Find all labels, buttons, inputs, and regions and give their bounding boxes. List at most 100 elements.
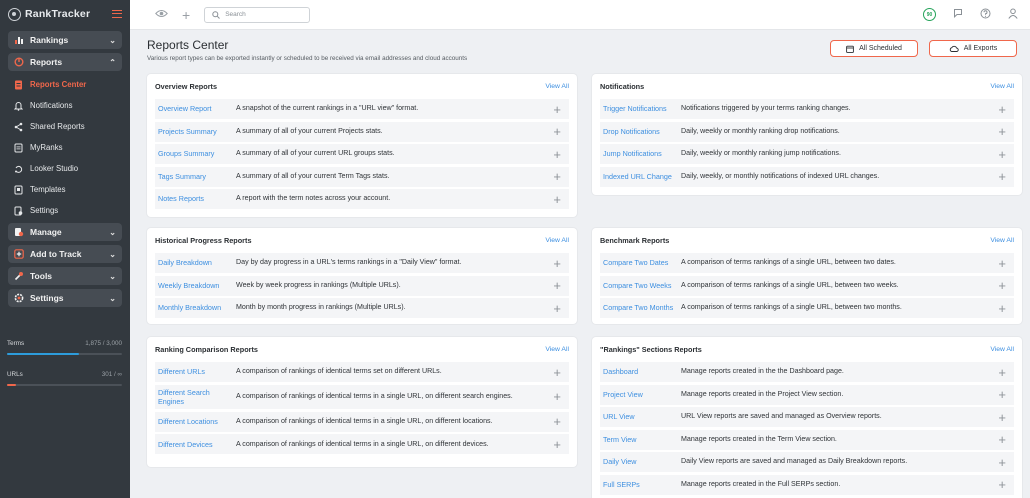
hamburger-menu-icon[interactable] xyxy=(112,10,122,18)
sidebar-item-myranks[interactable]: MyRanks xyxy=(8,137,122,158)
report-row[interactable]: Different URLs A comparison of rankings o… xyxy=(155,362,569,382)
report-row[interactable]: Project View Manage reports created in th… xyxy=(600,384,1014,405)
view-all-link[interactable]: View All xyxy=(545,237,569,244)
report-row[interactable]: Projects Summary A summary of all of your… xyxy=(155,121,569,142)
feedback-icon[interactable] xyxy=(953,8,963,21)
search-input[interactable]: Search xyxy=(204,6,311,23)
report-row[interactable]: Daily View Daily View reports are saved a… xyxy=(600,452,1014,472)
report-link[interactable]: Daily View xyxy=(603,457,681,466)
report-link[interactable]: Indexed URL Change xyxy=(603,172,681,181)
sidebar-item-notifications[interactable]: Notifications xyxy=(8,95,122,116)
view-all-link[interactable]: View All xyxy=(990,237,1014,244)
report-row[interactable]: Different Search Engines A comparison of … xyxy=(155,384,569,410)
add-report-icon[interactable]: + xyxy=(992,366,1006,379)
view-all-link[interactable]: View All xyxy=(990,83,1014,90)
report-link[interactable]: Compare Two Dates xyxy=(603,258,681,267)
report-link[interactable]: Overview Report xyxy=(158,104,236,113)
eye-icon[interactable] xyxy=(155,9,168,21)
report-link[interactable]: Different Search Engines xyxy=(158,388,236,407)
all-exports-button[interactable]: All Exports xyxy=(929,40,1017,57)
report-link[interactable]: Weekly Breakdown xyxy=(158,281,236,290)
sidebar-item-templates[interactable]: Templates xyxy=(8,179,122,200)
user-icon[interactable] xyxy=(1008,8,1018,22)
report-row[interactable]: Monthly Breakdown Month by month progress… xyxy=(155,298,569,318)
nav-group-tools[interactable]: Tools ⌄ xyxy=(8,267,122,285)
add-report-icon[interactable]: + xyxy=(992,279,1006,292)
report-link[interactable]: Project View xyxy=(603,390,681,399)
add-report-icon[interactable]: + xyxy=(547,415,561,428)
report-row[interactable]: Dashboard Manage reports created in the t… xyxy=(600,362,1014,382)
report-link[interactable]: Different URLs xyxy=(158,367,236,376)
add-report-icon[interactable]: + xyxy=(547,302,561,315)
add-report-icon[interactable]: + xyxy=(992,103,1006,116)
report-row[interactable]: Daily Breakdown Day by day progress in a … xyxy=(155,253,569,273)
report-row[interactable]: Tags Summary A summary of all of your cur… xyxy=(155,166,569,187)
report-row[interactable]: Indexed URL Change Daily, weekly, or mont… xyxy=(600,166,1014,187)
report-row[interactable]: Weekly Breakdown Week by week progress in… xyxy=(155,275,569,296)
report-row[interactable]: Compare Two Dates A comparison of terms r… xyxy=(600,253,1014,273)
report-link[interactable]: Compare Two Months xyxy=(603,303,681,312)
report-link[interactable]: Daily Breakdown xyxy=(158,258,236,267)
score-badge[interactable]: 90 xyxy=(923,8,936,21)
add-report-icon[interactable]: + xyxy=(547,193,561,206)
report-link[interactable]: Full SERPs xyxy=(603,480,681,489)
add-report-icon[interactable]: + xyxy=(992,125,1006,138)
report-row[interactable]: Trigger Notifications Notifications trigg… xyxy=(600,99,1014,119)
report-link[interactable]: Dashboard xyxy=(603,367,681,376)
add-report-icon[interactable]: + xyxy=(547,279,561,292)
report-link[interactable]: Groups Summary xyxy=(158,149,236,158)
add-report-icon[interactable]: + xyxy=(992,257,1006,270)
add-report-icon[interactable]: + xyxy=(547,390,561,403)
add-icon[interactable]: + xyxy=(182,8,190,22)
all-scheduled-button[interactable]: All Scheduled xyxy=(830,40,918,57)
report-row[interactable]: Drop Notifications Daily, weekly or month… xyxy=(600,121,1014,142)
report-link[interactable]: Compare Two Weeks xyxy=(603,281,681,290)
report-link[interactable]: Jump Notifications xyxy=(603,149,681,158)
sidebar-item-shared-reports[interactable]: Shared Reports xyxy=(8,116,122,137)
help-icon[interactable] xyxy=(980,8,991,22)
add-report-icon[interactable]: + xyxy=(547,438,561,451)
nav-group-manage[interactable]: Manage ⌄ xyxy=(8,223,122,241)
report-row[interactable]: Jump Notifications Daily, weekly or month… xyxy=(600,144,1014,164)
sidebar-item-reports-center[interactable]: Reports Center xyxy=(8,74,122,95)
report-link[interactable]: URL View xyxy=(603,412,681,421)
add-report-icon[interactable]: + xyxy=(992,388,1006,401)
view-all-link[interactable]: View All xyxy=(545,83,569,90)
sidebar-item-settings-reports[interactable]: Settings xyxy=(8,200,122,221)
sidebar-item-looker-studio[interactable]: Looker Studio xyxy=(8,158,122,179)
add-report-icon[interactable]: + xyxy=(992,411,1006,424)
view-all-link[interactable]: View All xyxy=(545,346,569,353)
add-report-icon[interactable]: + xyxy=(992,148,1006,161)
nav-group-reports[interactable]: Reports ⌃ xyxy=(8,53,122,71)
report-row[interactable]: Groups Summary A summary of all of your c… xyxy=(155,144,569,164)
report-link[interactable]: Different Locations xyxy=(158,417,236,426)
add-report-icon[interactable]: + xyxy=(547,125,561,138)
add-report-icon[interactable]: + xyxy=(992,478,1006,491)
report-row[interactable]: Compare Two Months A comparison of terms … xyxy=(600,298,1014,318)
report-link[interactable]: Different Devices xyxy=(158,440,236,449)
report-link[interactable]: Monthly Breakdown xyxy=(158,303,236,312)
add-report-icon[interactable]: + xyxy=(547,103,561,116)
report-row[interactable]: URL View URL View reports are saved and m… xyxy=(600,407,1014,427)
report-link[interactable]: Drop Notifications xyxy=(603,127,681,136)
view-all-link[interactable]: View All xyxy=(990,346,1014,353)
nav-group-rankings[interactable]: Rankings ⌄ xyxy=(8,31,122,49)
add-report-icon[interactable]: + xyxy=(547,170,561,183)
report-row[interactable]: Compare Two Weeks A comparison of terms r… xyxy=(600,275,1014,296)
report-link[interactable]: Trigger Notifications xyxy=(603,104,681,113)
report-row[interactable]: Notes Reports A report with the term note… xyxy=(155,189,569,209)
report-row[interactable]: Different Devices A comparison of ranking… xyxy=(155,434,569,455)
report-link[interactable]: Tags Summary xyxy=(158,172,236,181)
report-row[interactable]: Different Locations A comparison of ranki… xyxy=(155,411,569,432)
add-report-icon[interactable]: + xyxy=(992,302,1006,315)
add-report-icon[interactable]: + xyxy=(547,366,561,379)
report-row[interactable]: Term View Manage reports created in the T… xyxy=(600,429,1014,450)
add-report-icon[interactable]: + xyxy=(992,433,1006,446)
report-link[interactable]: Term View xyxy=(603,435,681,444)
nav-group-add-to-track[interactable]: Add to Track ⌄ xyxy=(8,245,122,263)
report-row[interactable]: Full SERPs Manage reports created in the … xyxy=(600,474,1014,495)
report-link[interactable]: Projects Summary xyxy=(158,127,236,136)
add-report-icon[interactable]: + xyxy=(992,170,1006,183)
report-row[interactable]: Overview Report A snapshot of the current… xyxy=(155,99,569,119)
add-report-icon[interactable]: + xyxy=(547,257,561,270)
